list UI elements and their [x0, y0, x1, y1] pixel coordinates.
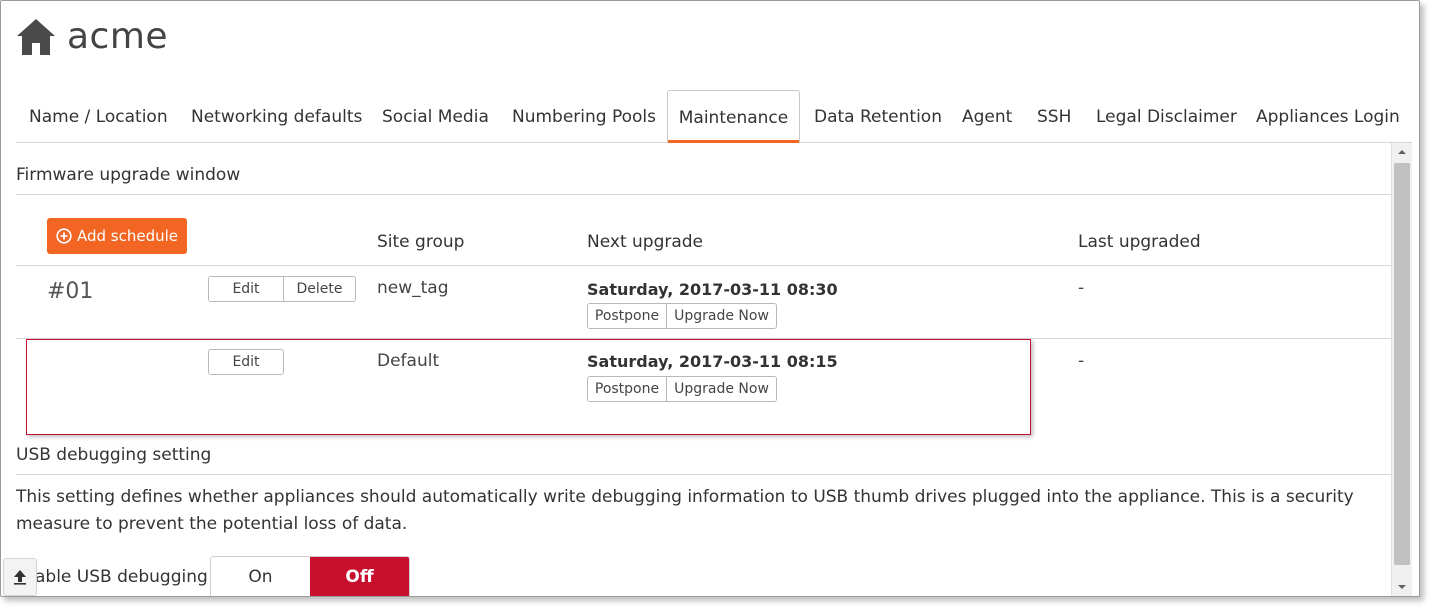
plus-circle-icon	[56, 228, 72, 244]
tab-bar: Name / Location Networking defaults Soci…	[16, 90, 1412, 143]
delete-button[interactable]: Delete	[283, 277, 355, 301]
tab-agent[interactable]: Agent	[962, 90, 1012, 142]
toggle-off-button[interactable]: Off	[310, 557, 409, 596]
add-schedule-button[interactable]: Add schedule	[47, 218, 187, 254]
column-header-next-upgrade: Next upgrade	[587, 232, 704, 252]
scrollbar-thumb[interactable]	[1394, 163, 1410, 565]
column-header-last-upgraded: Last upgraded	[1078, 232, 1201, 252]
column-header-site-group: Site group	[377, 232, 465, 252]
last-upgraded-value: -	[1078, 278, 1085, 298]
row-action-group: Edit Delete	[208, 276, 356, 302]
scroll-up-arrow[interactable]	[1392, 143, 1412, 161]
firmware-section-title: Firmware upgrade window	[16, 165, 241, 185]
toggle-on-button[interactable]: On	[211, 557, 310, 596]
tab-maintenance[interactable]: Maintenance	[667, 90, 800, 143]
highlight-box	[26, 339, 1031, 435]
brand[interactable]: acme	[15, 15, 168, 59]
tab-networking-defaults[interactable]: Networking defaults	[191, 90, 362, 142]
arrow-up-icon	[14, 570, 26, 585]
home-icon	[17, 19, 55, 55]
tab-social-media[interactable]: Social Media	[382, 90, 489, 142]
schedule-number: #01	[47, 279, 94, 304]
tab-ssh[interactable]: SSH	[1037, 90, 1071, 142]
upgrade-action-group: Postpone Upgrade Now	[587, 303, 777, 329]
usb-description: This setting defines whether appliances …	[16, 487, 1354, 534]
upgrade-now-button[interactable]: Upgrade Now	[666, 304, 776, 328]
scroll-down-arrow[interactable]	[1392, 578, 1412, 596]
back-to-top-button[interactable]	[3, 558, 37, 596]
usb-section-title: USB debugging setting	[16, 445, 212, 465]
add-schedule-label: Add schedule	[76, 227, 179, 245]
maintenance-panel: Firmware upgrade window Add schedule Sit…	[1, 143, 1391, 596]
next-upgrade-date: Saturday, 2017-03-11 08:30	[587, 280, 838, 299]
usb-debugging-toggle: On Off	[210, 556, 410, 596]
tab-legal-disclaimer[interactable]: Legal Disclaimer	[1096, 90, 1237, 142]
tab-data-retention[interactable]: Data Retention	[814, 90, 942, 142]
tab-numbering-pools[interactable]: Numbering Pools	[512, 90, 656, 142]
usb-toggle-label: able USB debugging	[35, 567, 208, 587]
brand-name: acme	[67, 16, 169, 57]
tab-appliances-login[interactable]: Appliances Login	[1256, 90, 1400, 142]
divider	[16, 474, 1391, 475]
last-upgraded-value: -	[1078, 351, 1085, 371]
table-header-divider	[16, 265, 1391, 266]
vertical-scrollbar[interactable]	[1391, 143, 1412, 596]
site-group-value: new_tag	[377, 278, 449, 298]
edit-button[interactable]: Edit	[209, 277, 283, 301]
tab-name-location[interactable]: Name / Location	[29, 90, 168, 142]
divider	[16, 194, 1391, 195]
app-window: acme Name / Location Networking defaults…	[0, 0, 1420, 597]
postpone-button[interactable]: Postpone	[588, 304, 666, 328]
